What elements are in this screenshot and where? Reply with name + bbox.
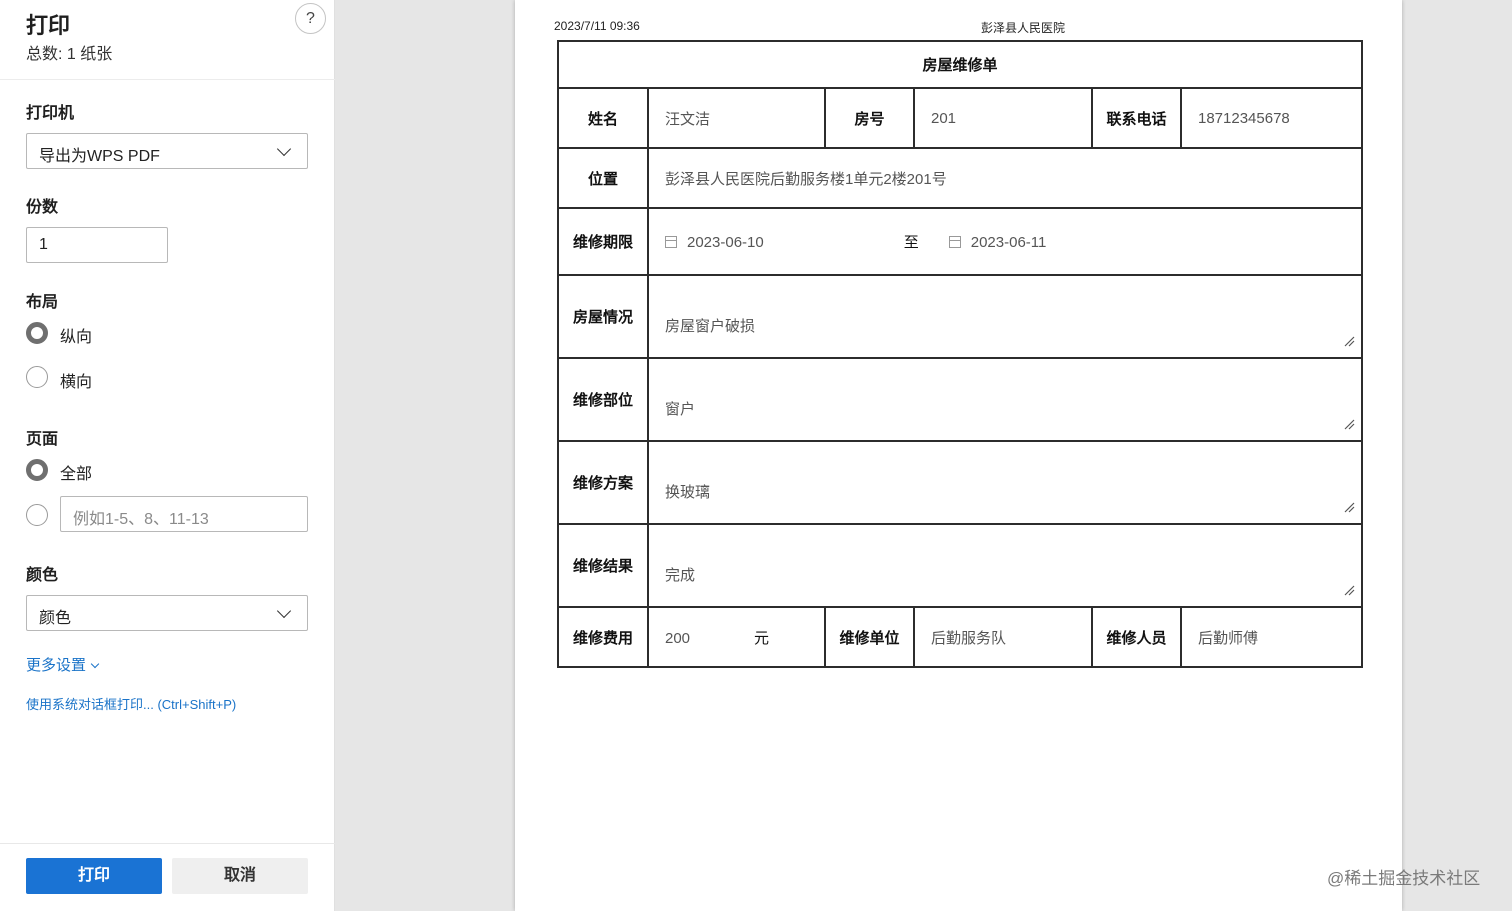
chevron-down-icon xyxy=(90,659,100,669)
part-textarea: 窗户 xyxy=(646,357,1364,442)
printer-value: 导出为WPS PDF xyxy=(39,148,160,165)
print-settings-panel: 打印 总数: 1 纸张 ? 打印机 导出为WPS PDF 份数 1 布局 纵向 … xyxy=(0,0,335,911)
sheet-count: 总数: 1 纸张 xyxy=(26,46,113,63)
end-date: 2023-06-11 xyxy=(970,234,1047,251)
result-value: 完成 xyxy=(665,567,696,584)
resize-grip-icon xyxy=(1344,502,1355,513)
copies-input[interactable]: 1 xyxy=(26,227,168,263)
print-preview-page: 2023/7/11 09:36 彭泽县人民医院 房屋维修单 姓名 汪文洁 房号 … xyxy=(515,0,1402,911)
pages-all-label: 全部 xyxy=(60,466,93,483)
phone-label: 联系电话 xyxy=(1091,87,1182,149)
footer-divider xyxy=(0,843,335,844)
name-value: 汪文洁 xyxy=(647,87,826,149)
panel-header: 打印 总数: 1 纸张 ? xyxy=(0,0,335,80)
chevron-down-icon xyxy=(276,603,292,619)
pages-label: 页面 xyxy=(26,431,59,448)
condition-value: 房屋窗户破损 xyxy=(665,318,756,335)
resize-grip-icon xyxy=(1344,336,1355,347)
period-value: 2023-06-10 至 2023-06-11 xyxy=(646,207,1364,276)
part-label: 维修部位 xyxy=(557,357,649,442)
worker-label: 维修人员 xyxy=(1091,606,1182,668)
chevron-down-icon xyxy=(276,141,292,157)
color-label: 颜色 xyxy=(26,567,59,584)
room-label: 房号 xyxy=(824,87,915,149)
date-separator: 至 xyxy=(903,234,919,251)
form-title: 房屋维修单 xyxy=(556,40,1364,89)
page-range-placeholder: 例如1-5、8、11-13 xyxy=(73,511,209,528)
layout-label: 布局 xyxy=(26,294,59,311)
cost-value: 200 xyxy=(665,629,691,647)
color-value: 颜色 xyxy=(39,610,72,627)
more-settings-label: 更多设置 xyxy=(26,657,87,674)
header-date: 2023/7/11 09:36 xyxy=(554,19,640,33)
plan-value: 换玻璃 xyxy=(665,484,711,501)
unit-value: 后勤服务队 xyxy=(913,606,1093,668)
condition-textarea: 房屋窗户破损 xyxy=(646,274,1364,359)
start-date: 2023-06-10 xyxy=(687,234,764,251)
more-settings-link[interactable]: 更多设置 xyxy=(26,654,100,675)
plan-label: 维修方案 xyxy=(557,440,649,525)
room-value: 201 xyxy=(913,87,1093,149)
copies-value: 1 xyxy=(39,236,48,253)
panel-title: 打印 xyxy=(26,13,71,38)
calendar-icon xyxy=(948,236,961,248)
printer-label: 打印机 xyxy=(26,105,75,122)
cancel-button[interactable]: 取消 xyxy=(172,858,308,894)
page-range-input[interactable]: 例如1-5、8、11-13 xyxy=(60,496,308,532)
copies-label: 份数 xyxy=(26,199,59,216)
name-label: 姓名 xyxy=(557,87,649,149)
print-button[interactable]: 打印 xyxy=(26,858,162,894)
location-value: 彭泽县人民医院后勤服务楼1单元2楼201号 xyxy=(646,147,1364,209)
header-site: 彭泽县人民医院 xyxy=(981,21,1066,35)
part-value: 窗户 xyxy=(665,401,696,418)
pages-range-radio[interactable] xyxy=(26,504,48,526)
watermark: @稀土掘金技术社区 xyxy=(1327,869,1481,888)
pages-all-radio[interactable] xyxy=(26,459,48,481)
calendar-icon xyxy=(665,236,677,248)
location-label: 位置 xyxy=(557,147,649,209)
result-textarea: 完成 xyxy=(646,523,1364,608)
color-select[interactable]: 颜色 xyxy=(26,595,308,631)
plan-textarea: 换玻璃 xyxy=(646,440,1364,525)
period-label: 维修期限 xyxy=(557,207,649,276)
landscape-radio[interactable] xyxy=(26,366,48,388)
system-dialog-link[interactable]: 使用系统对话框打印... (Ctrl+Shift+P) xyxy=(26,694,236,713)
worker-value: 后勤师傅 xyxy=(1179,606,1364,668)
portrait-label: 纵向 xyxy=(60,329,93,346)
unit-label: 维修单位 xyxy=(824,606,915,668)
resize-grip-icon xyxy=(1344,585,1355,596)
printer-select[interactable]: 导出为WPS PDF xyxy=(26,133,308,169)
help-icon[interactable]: ? xyxy=(295,3,326,34)
result-label: 维修结果 xyxy=(557,523,649,608)
landscape-label: 横向 xyxy=(60,374,93,391)
cost-cell: 200 元 xyxy=(647,606,826,668)
portrait-radio[interactable] xyxy=(26,322,48,344)
cost-unit: 元 xyxy=(754,629,770,647)
repair-form: 房屋维修单 姓名 汪文洁 房号 201 联系电话 18712345678 位置 … xyxy=(556,40,1364,668)
phone-value: 18712345678 xyxy=(1179,87,1364,149)
resize-grip-icon xyxy=(1344,419,1355,430)
cost-label: 维修费用 xyxy=(557,606,649,668)
condition-label: 房屋情况 xyxy=(557,274,649,359)
